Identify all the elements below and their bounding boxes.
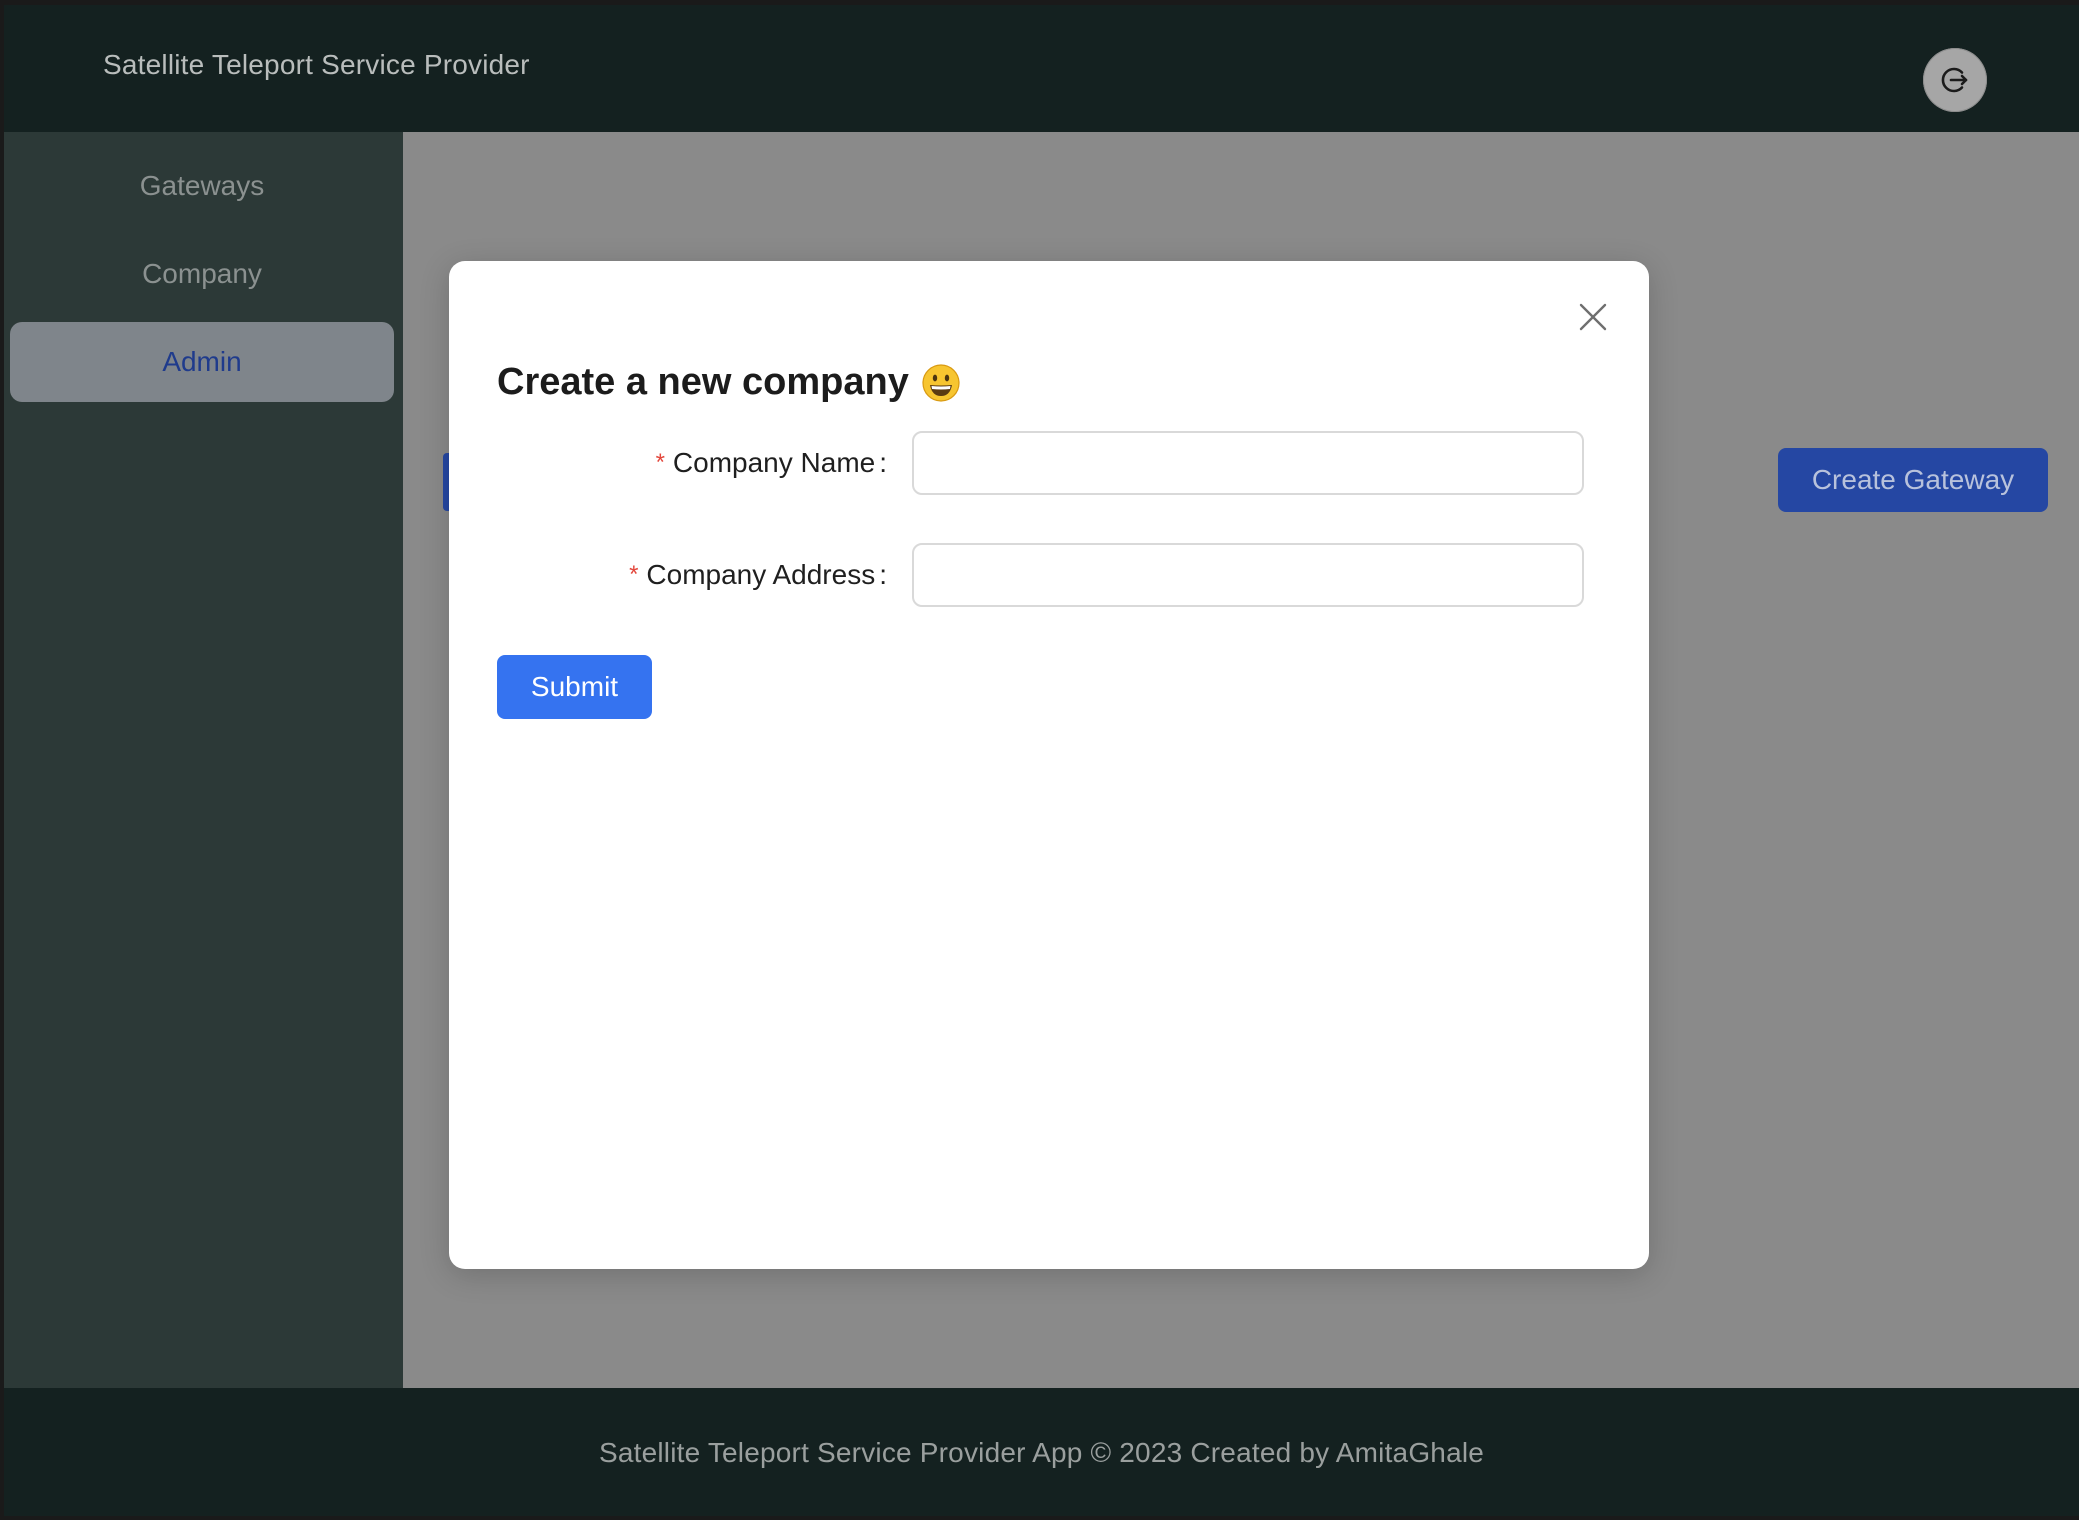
company-name-label-text: Company Name	[672, 447, 876, 478]
sidebar-item-admin[interactable]: Admin	[10, 322, 394, 402]
close-button[interactable]	[1573, 297, 1613, 337]
submit-button[interactable]: Submit	[497, 655, 652, 719]
label-colon: :	[879, 559, 887, 590]
modal-title: Create a new company	[497, 361, 961, 404]
footer-text: Satellite Teleport Service Provider App …	[598, 1437, 1485, 1468]
app-window: Satellite Teleport Service Provider Gate…	[4, 5, 2079, 1516]
modal-title-text: Create a new company	[497, 361, 909, 403]
create-company-modal: Create a new company * Company Name : * …	[449, 261, 1649, 1269]
company-address-row: * Company Address :	[497, 543, 1584, 607]
sidebar: Gateways Company Admin	[4, 132, 403, 1388]
required-mark: *	[655, 449, 665, 476]
sidebar-item-company[interactable]: Company	[10, 234, 394, 314]
grinning-face-emoji-icon	[922, 363, 960, 402]
company-address-label-text: Company Address	[646, 559, 876, 590]
footer: Satellite Teleport Service Provider App …	[4, 1388, 2079, 1516]
sidebar-item-gateways[interactable]: Gateways	[10, 146, 394, 226]
required-mark: *	[629, 561, 639, 588]
logout-button[interactable]	[1923, 48, 1987, 112]
close-icon	[1579, 303, 1607, 331]
header: Satellite Teleport Service Provider	[4, 5, 2079, 132]
company-name-input[interactable]	[912, 431, 1584, 495]
app-title: Satellite Teleport Service Provider	[103, 49, 530, 80]
company-address-label: * Company Address :	[629, 543, 887, 607]
logout-icon	[1941, 67, 1968, 93]
company-name-row: * Company Name :	[497, 431, 1584, 495]
company-name-label: * Company Name :	[656, 431, 887, 495]
label-colon: :	[879, 447, 887, 478]
company-address-input[interactable]	[912, 543, 1584, 607]
create-gateway-button[interactable]: Create Gateway	[1778, 448, 2048, 512]
